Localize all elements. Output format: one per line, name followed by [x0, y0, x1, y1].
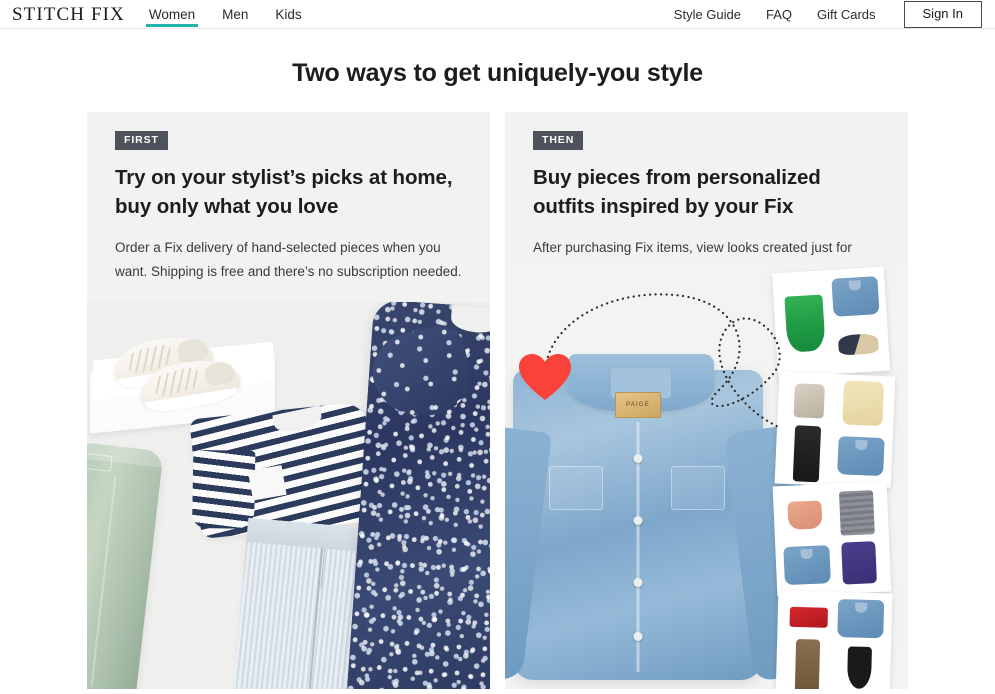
nav-item-style-guide[interactable]: Style Guide: [674, 7, 741, 22]
outfits-photo: PAIGE: [505, 262, 908, 689]
dress-sleeve: [365, 321, 478, 426]
site-header: STITCH FIX Women Men Kids Style Guide FA…: [0, 0, 995, 29]
nav-item-men[interactable]: Men: [222, 0, 248, 29]
nav-item-women-label: Women: [148, 6, 196, 22]
nav-item-kids[interactable]: Kids: [275, 0, 301, 29]
nav-item-men-label: Men: [222, 6, 249, 22]
nav-item-gift-cards[interactable]: Gift Cards: [817, 7, 876, 22]
step-card-first: FIRST Try on your stylist’s picks at hom…: [87, 112, 490, 689]
fix-flatlay-photo: [87, 302, 490, 689]
dress-neckline: [450, 304, 490, 335]
primary-nav: Women Men Kids: [145, 0, 302, 29]
brand-logo[interactable]: STITCH FIX: [12, 5, 125, 24]
step-card-first-text: Order a Fix delivery of hand-selected pi…: [115, 240, 462, 280]
top-sleeve: [192, 449, 256, 529]
step-card-then-title: Buy pieces from personalized outfits ins…: [533, 165, 821, 219]
heart-icon: [519, 354, 571, 400]
dotted-path-line: [543, 293, 783, 430]
step-card-first-title: Try on your stylist’s picks at home, buy…: [115, 165, 453, 219]
step-card-first-body: FIRST Try on your stylist’s picks at hom…: [87, 112, 490, 284]
secondary-nav: Style Guide FAQ Gift Cards Sign In: [674, 0, 982, 29]
steps-section: FIRST Try on your stylist’s picks at hom…: [0, 112, 995, 689]
page-title: Two ways to get uniquely-you style: [292, 59, 703, 87]
step-card-then-body: THEN Buy pieces from personalized outfit…: [505, 112, 908, 284]
jeans-waistband: [87, 441, 164, 468]
step-badge-then: THEN: [533, 131, 584, 150]
header-divider: [0, 28, 995, 29]
nav-item-women[interactable]: Women: [145, 0, 199, 29]
step-badge-first: FIRST: [115, 131, 168, 150]
top-fold: [247, 465, 287, 501]
sneaker-toe: [176, 337, 210, 364]
navy-striped-top: [189, 401, 379, 539]
nav-item-faq[interactable]: FAQ: [766, 7, 792, 22]
top-neckline: [272, 405, 324, 436]
navy-floral-dress: [344, 302, 490, 689]
step-card-then: THEN Buy pieces from personalized outfit…: [505, 112, 908, 689]
nav-item-kids-label: Kids: [275, 6, 302, 22]
sage-green-jeans: [87, 441, 164, 689]
sign-in-button[interactable]: Sign In: [903, 0, 982, 29]
